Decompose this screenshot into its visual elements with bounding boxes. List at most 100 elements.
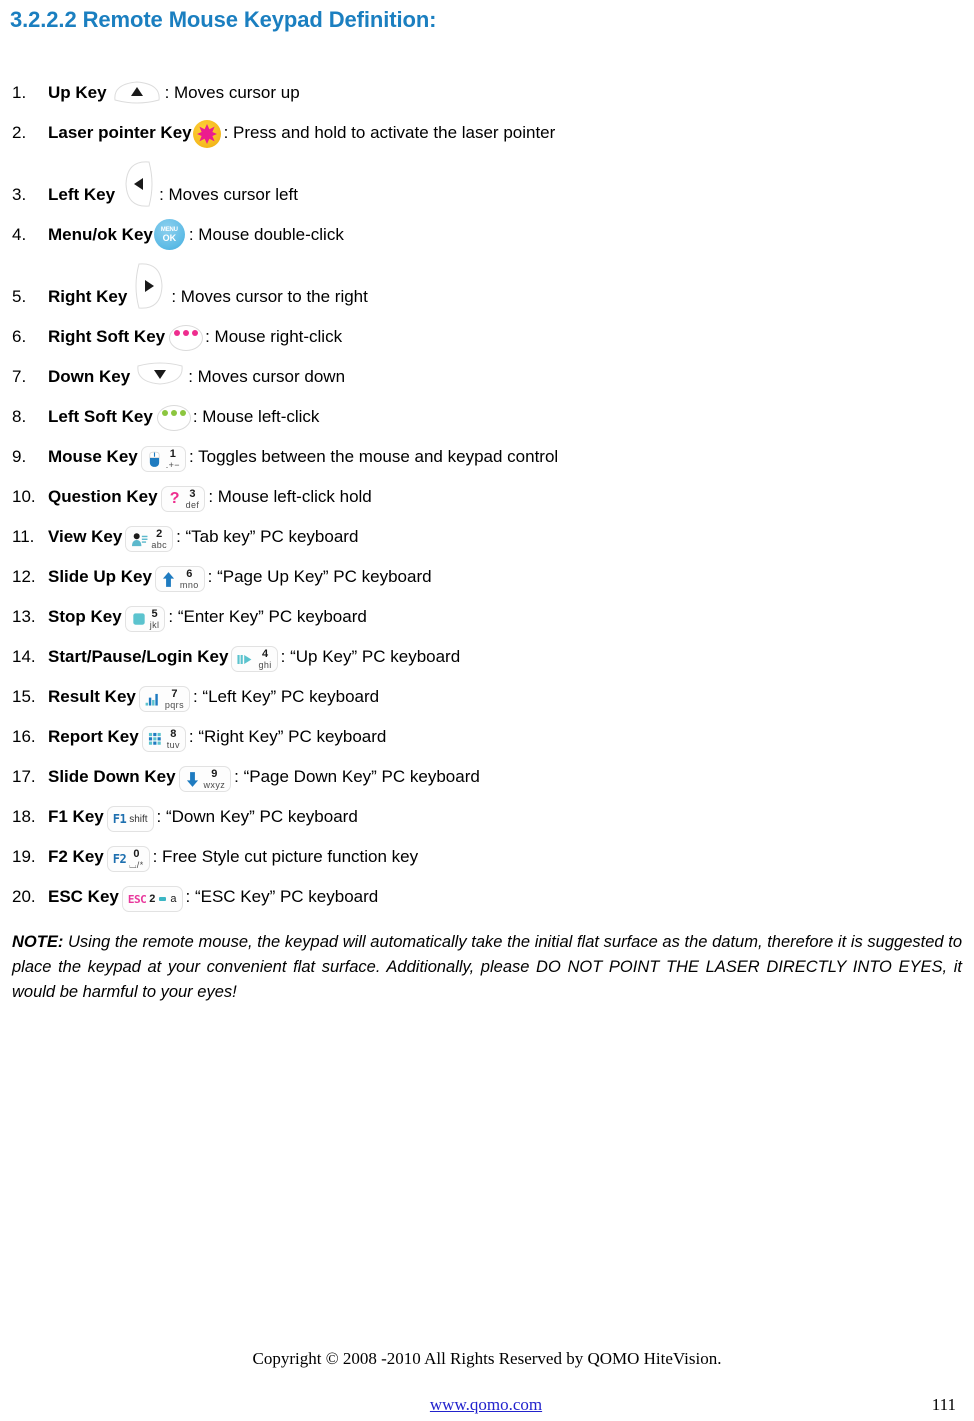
icon-slot	[115, 158, 159, 207]
list-item: 17. Slide Down Key 9 wxyz : “Page Down K…	[8, 752, 966, 792]
f1-glyph-text: F1	[112, 812, 127, 826]
list-item-label: Stop Key	[48, 607, 122, 626]
list-item-number: 2.	[12, 123, 27, 142]
list-item-number: 14.	[12, 647, 36, 666]
stop-square-glyph-icon	[131, 610, 147, 628]
page-number: 111	[931, 1395, 956, 1414]
key-subtext: tuv	[166, 739, 180, 750]
note-paragraph: NOTE: Using the remote mouse, the keypad…	[12, 930, 962, 1005]
esc-glyph-text: ESC	[127, 892, 147, 906]
f1-shift-text: shift	[129, 813, 148, 825]
arrow-down-glyph-icon	[185, 770, 201, 788]
page-title: 3.2.2.2 Remote Mouse Keypad Definition:	[10, 7, 437, 32]
list-item-desc: : “Up Key” PC keyboard	[280, 647, 461, 666]
icon-slot: MENU OK	[153, 219, 189, 250]
list-item: 1. Up Key : Moves cursor up	[8, 46, 966, 104]
list-item-number: 12.	[12, 567, 36, 586]
list-item: 18. F1 Key F1 shift : “Down Key” PC keyb…	[8, 792, 966, 832]
list-item-number: 10.	[12, 487, 36, 506]
key-number: 4	[261, 647, 269, 660]
list-item-number: 8.	[12, 407, 27, 426]
list-item: 4. Menu/ok Key MENU OK : Mouse double-cl…	[8, 210, 966, 250]
list-item: 10. Question Key ? 3 def : Mouse left-cl…	[8, 472, 966, 512]
key-number: 2	[149, 893, 156, 905]
list-item-number: 11.	[12, 527, 35, 546]
keypad-esc-icon: ESC 2 a	[121, 886, 183, 912]
icon-slot	[107, 76, 165, 104]
list-item-desc: : “Down Key” PC keyboard	[156, 807, 358, 826]
key-number: 7	[171, 687, 178, 700]
list-item-number: 6.	[12, 327, 27, 346]
keypad-view-icon: 2 abc	[125, 526, 174, 552]
qomo-website-link[interactable]: www.qomo.com	[430, 1395, 542, 1414]
list-item-number: 16.	[12, 727, 36, 746]
list-item-label: Menu/ok Key	[48, 225, 153, 244]
keypad-question-icon: ? 3 def	[160, 486, 206, 512]
list-item-desc: : Mouse right-click	[205, 327, 343, 346]
list-item-desc: : Mouse left-click hold	[208, 487, 372, 506]
list-item: 15. Result Key 7 pqrs : “Left Key” PC ke…	[8, 672, 966, 712]
list-item-number: 15.	[12, 687, 36, 706]
key-number: 2	[156, 527, 163, 540]
fan-left-icon	[119, 158, 157, 210]
list-item-label: Result Key	[48, 687, 136, 706]
list-item-label: ESC Key	[48, 887, 119, 906]
copyright-text: Copyright © 2008 -2010 All Rights Reserv…	[252, 1349, 722, 1368]
list-item: 2. Laser pointer Key : Press and hold to…	[8, 108, 966, 148]
list-item-desc: : Moves cursor down	[188, 367, 346, 386]
keypad-play-icon: 4 ghi	[231, 646, 278, 672]
list-item-desc: : “ESC Key” PC keyboard	[185, 887, 379, 906]
key-subtext: wxyz	[203, 779, 226, 790]
list-item: 3. Left Key : Moves cursor left	[8, 148, 966, 207]
list-item-label: Right Soft Key	[48, 327, 166, 346]
list-item-label: Left Key	[48, 185, 116, 204]
key-subtext: a	[170, 893, 177, 905]
keypad-chart-icon: 7 pqrs	[138, 686, 190, 712]
list-item-number: 18.	[12, 807, 36, 826]
list-item-number: 7.	[12, 367, 27, 386]
laser-pointer-icon	[192, 120, 221, 148]
icon-slot	[192, 120, 224, 148]
keypad-f1-icon: F1 shift	[106, 806, 154, 832]
list-item-label: Mouse Key	[48, 447, 138, 466]
soft-key-green-icon	[156, 405, 191, 431]
key-number: 0	[133, 847, 140, 860]
list-item-number: 13.	[12, 607, 36, 626]
list-item-desc: : Moves cursor to the right	[171, 287, 368, 306]
list-item: 11. View Key 2 abc : “Tab key” PC keyboa…	[8, 512, 966, 552]
key-subtext: def	[185, 499, 200, 510]
list-item-desc: : Toggles between the mouse and keypad c…	[188, 447, 559, 466]
list-item-desc: : “Page Down Key” PC keyboard	[234, 767, 480, 786]
grid-glyph-icon	[148, 730, 164, 748]
key-subtext: .+−	[165, 459, 180, 470]
key-number: 8	[170, 727, 177, 740]
list-item-number: 9.	[12, 447, 27, 466]
list-item: 7. Down Key : Moves cursor down	[8, 352, 966, 388]
key-number: 3	[189, 487, 196, 500]
key-subtext: mno	[179, 579, 199, 590]
list-item: 12. Slide Up Key 6 mno : “Page Up Key” P…	[8, 552, 966, 592]
list-item: 16. Report Key 8 tuv: “Right Key” PC ke…	[8, 712, 966, 752]
list-item-label: Right Key	[48, 287, 128, 306]
list-item-desc: : Mouse double-click	[188, 225, 344, 244]
list-item: 6. Right Soft Key : Mouse right-click	[8, 312, 966, 351]
list-item-label: Up Key	[48, 83, 107, 102]
list-item-desc: : “Tab key” PC keyboard	[176, 527, 359, 546]
list-item-label: View Key	[48, 527, 123, 546]
list-item-number: 5.	[12, 287, 27, 306]
list-item-number: 17.	[12, 767, 36, 786]
bar-chart-glyph-icon	[145, 690, 162, 708]
list-item: 13. Stop Key 5 jkl : “Enter Key” PC keyb…	[8, 592, 966, 632]
keypad-f2-icon: F2 0 ⌴/*	[106, 846, 150, 872]
keypad-slide-down-icon: 9 wxyz	[178, 766, 232, 792]
list-item-number: 19.	[12, 847, 36, 866]
list-item-label: Question Key	[48, 487, 158, 506]
icon-slot	[130, 360, 188, 388]
list-item-desc: : Moves cursor left	[159, 185, 298, 204]
key-subtext: pqrs	[164, 699, 184, 710]
list-item-label: F1 Key	[48, 807, 104, 826]
list-item-desc: : Mouse left-click	[192, 407, 320, 426]
list-item-label: Laser pointer Key	[48, 123, 192, 142]
key-subtext: ⌴/*	[129, 859, 144, 870]
list-item-desc: : Free Style cut picture function key	[152, 847, 419, 866]
